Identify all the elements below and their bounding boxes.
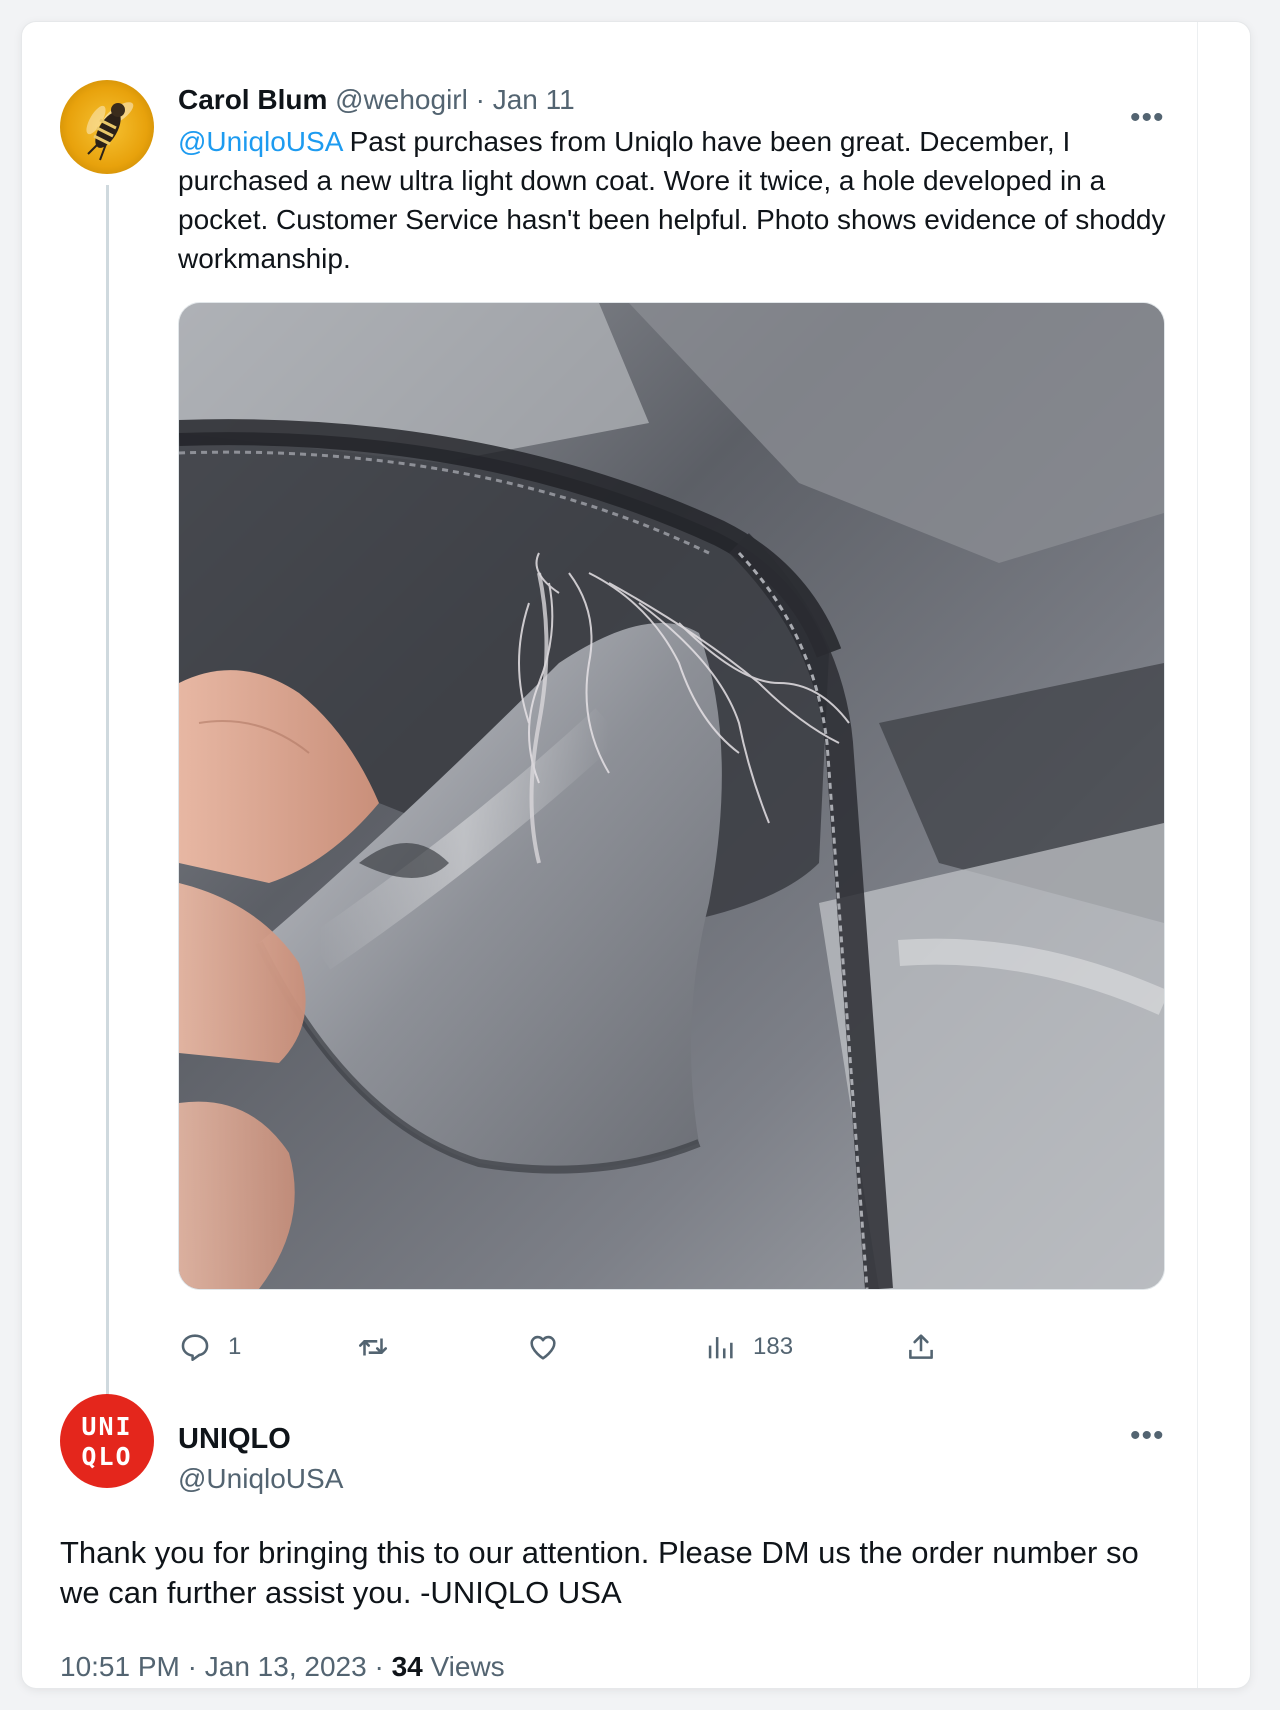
uniqlo-avatar[interactable]: UNI QLO xyxy=(60,1394,154,1488)
author-name[interactable]: Carol Blum xyxy=(178,84,327,115)
tweet-text: @UniqloUSA Past purchases from Uniqlo ha… xyxy=(178,122,1188,278)
tweet-actions: 1 183 xyxy=(178,1322,1163,1372)
tweet-card: Carol Blum @wehogirl · Jan 11 ••• @Uniql… xyxy=(22,22,1250,1688)
reply-text: Thank you for bringing this to our atten… xyxy=(60,1535,1139,1610)
separator: · xyxy=(475,84,485,115)
retweet-icon xyxy=(358,1338,388,1356)
share-icon xyxy=(909,1334,933,1359)
retweet-button[interactable] xyxy=(356,1322,406,1372)
reply-views-count: 34 xyxy=(391,1651,423,1682)
mention-link[interactable]: @UniqloUSA xyxy=(178,126,342,157)
share-button[interactable] xyxy=(904,1322,938,1372)
separator: · xyxy=(187,1651,197,1682)
reply-icon xyxy=(181,1334,209,1362)
heart-icon xyxy=(530,1335,556,1360)
views-button[interactable]: 183 xyxy=(703,1322,793,1372)
like-button[interactable] xyxy=(526,1322,576,1372)
reply-button[interactable]: 1 xyxy=(178,1322,241,1372)
reply-author-name[interactable]: UNIQLO xyxy=(178,1422,291,1456)
reply-date[interactable]: Jan 13, 2023 xyxy=(205,1651,367,1682)
reply-views-label: Views xyxy=(430,1651,505,1682)
reply-time[interactable]: 10:51 PM xyxy=(60,1651,180,1682)
divider xyxy=(1197,22,1198,1688)
reply-count: 1 xyxy=(228,1333,242,1360)
reply-author-handle[interactable]: @UniqloUSA xyxy=(178,1462,343,1496)
reply-meta: 10:51 PM · Jan 13, 2023 · 34 Views xyxy=(60,1647,505,1687)
hoverfly-avatar-image xyxy=(60,80,154,174)
author-handle[interactable]: @wehogirl xyxy=(335,84,468,115)
tweet-date[interactable]: Jan 11 xyxy=(493,84,575,115)
thread-line xyxy=(106,185,109,1407)
avatar[interactable] xyxy=(60,80,154,174)
tweet-photo[interactable] xyxy=(178,302,1165,1290)
uniqlo-logo-icon: UNI QLO xyxy=(81,1412,133,1471)
analytics-icon xyxy=(708,1337,733,1359)
views-count: 183 xyxy=(753,1333,794,1360)
more-dots-icon[interactable]: ••• xyxy=(1130,1421,1165,1451)
tweet-header: Carol Blum @wehogirl · Jan 11 xyxy=(178,80,575,120)
torn-jacket-pocket-photo xyxy=(179,303,1164,1289)
separator: · xyxy=(374,1651,384,1682)
